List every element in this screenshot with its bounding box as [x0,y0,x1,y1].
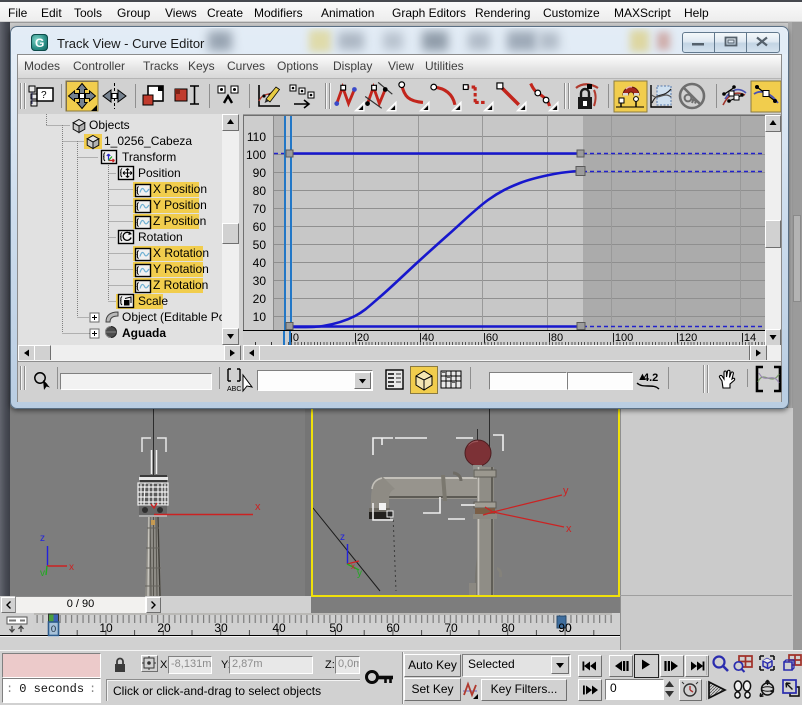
svg-text:40: 40 [272,621,286,635]
svg-text:z: z [40,533,45,544]
svg-text:x: x [255,501,261,513]
svg-text:?: ? [41,90,47,101]
svg-text:80: 80 [501,621,515,635]
svg-text:60: 60 [386,621,400,635]
svg-text:x: x [566,523,572,535]
svg-text:10: 10 [253,310,267,324]
svg-text:60: 60 [253,220,267,234]
svg-text:y: y [357,568,362,579]
svg-text:ABC: ABC [227,386,241,393]
svg-text:30: 30 [253,274,267,288]
svg-text:110: 110 [247,130,266,144]
svg-text:v: v [40,568,45,579]
svg-text:90: 90 [253,166,267,180]
svg-text:4.2: 4.2 [643,372,658,384]
svg-text:z: z [340,532,345,543]
svg-text:50: 50 [253,238,267,252]
svg-text:50: 50 [329,621,343,635]
svg-text:100: 100 [246,148,266,162]
svg-text:y: y [563,485,569,497]
svg-text:20: 20 [157,621,171,635]
svg-text:x: x [69,562,74,573]
svg-text:40: 40 [253,256,267,270]
svg-text:90: 90 [558,621,572,635]
svg-text:30: 30 [214,621,228,635]
svg-text:70: 70 [253,202,267,216]
svg-text:80: 80 [253,184,267,198]
svg-text:20: 20 [253,292,267,306]
svg-text:x: x [351,562,355,571]
svg-text:10: 10 [99,621,113,635]
svg-text:70: 70 [444,621,458,635]
svg-text:0: 0 [51,624,56,635]
